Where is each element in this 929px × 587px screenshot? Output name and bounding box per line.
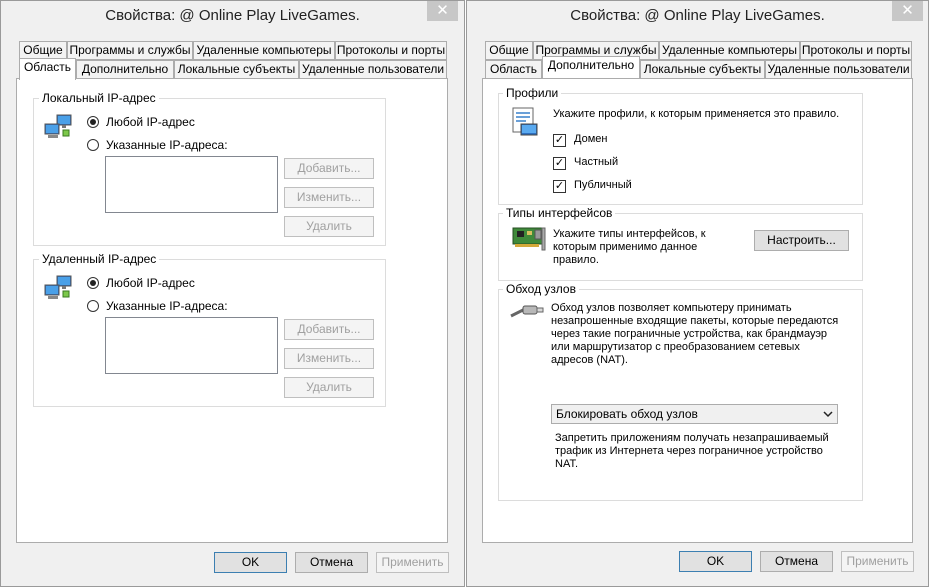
left-cancel-button[interactable]: Отмена [295, 552, 368, 573]
tab-programs-services[interactable]: Программы и службы [67, 41, 193, 60]
tab-advanced[interactable]: Дополнительно [76, 60, 174, 79]
profile-public-label: Публичный [574, 179, 632, 191]
edge-traversal-group: Обход узлов Обход узлов позволяет компью… [498, 282, 863, 501]
left-properties-dialog: Свойства: @ Online Play LiveGames. ✕ Общ… [0, 0, 465, 587]
local-ip-legend: Локальный IP-адрес [39, 91, 159, 105]
interface-types-group: Типы интерфейсов Укажите типы интерфейсо… [498, 206, 863, 281]
local-edit-button[interactable]: Изменить... [284, 187, 374, 208]
left-window-title: Свойства: @ Online Play LiveGames. [105, 7, 360, 24]
left-ok-button[interactable]: OK [214, 552, 287, 573]
local-specified-ip-radio[interactable] [87, 139, 99, 151]
traversal-note-line: Запретить приложениям получать незапраши… [555, 432, 829, 444]
tab-scope[interactable]: Область [485, 60, 542, 79]
local-remove-button[interactable]: Удалить [284, 216, 374, 237]
profiles-group: Профили Укажите профили, к которым приме… [498, 86, 863, 205]
traversal-desc-line: незапрошенные входящие пакеты, которые п… [551, 315, 839, 327]
interface-desc-line: которым применимо данное [553, 241, 698, 253]
remote-edit-button[interactable]: Изменить... [284, 348, 374, 369]
network-computers-icon [44, 274, 76, 305]
profile-public-checkbox[interactable]: ✓ [553, 180, 566, 193]
right-cancel-button[interactable]: Отмена [760, 551, 833, 572]
profile-computer-icon [511, 106, 541, 141]
edge-traversal-description: Обход узлов позволяет компьютеру принима… [551, 302, 838, 367]
local-ip-group: Локальный IP-адрес Любой IP-адрес Указан… [33, 91, 386, 246]
local-add-button[interactable]: Добавить... [284, 158, 374, 179]
traversal-desc-line: через такие пограничные устройства, как … [551, 328, 828, 340]
local-specified-ip-label: Указанные IP-адреса: [106, 138, 228, 152]
profile-private-checkbox[interactable]: ✓ [553, 157, 566, 170]
network-cable-icon [509, 302, 545, 325]
tab-advanced[interactable]: Дополнительно [542, 56, 640, 78]
traversal-note-line: трафик из Интернета через пограничное ус… [555, 445, 823, 457]
remote-specified-ip-label: Указанные IP-адреса: [106, 299, 228, 313]
interface-desc-line: правило. [553, 254, 599, 266]
tab-protocols-ports[interactable]: Протоколы и порты [800, 41, 912, 60]
interface-types-legend: Типы интерфейсов [503, 206, 616, 220]
left-title-bar[interactable]: Свойства: @ Online Play LiveGames. ✕ [1, 1, 464, 31]
traversal-note-line: NAT. [555, 458, 579, 470]
right-title-bar[interactable]: Свойства: @ Online Play LiveGames. ✕ [467, 1, 928, 31]
right-ok-button[interactable]: OK [679, 551, 752, 572]
close-icon: ✕ [901, 2, 914, 19]
profile-domain-label: Домен [574, 133, 608, 145]
right-apply-button[interactable]: Применить [841, 551, 914, 572]
profile-domain-checkbox[interactable]: ✓ [553, 134, 566, 147]
remote-any-ip-radio[interactable] [87, 277, 99, 289]
interface-desc-line: Укажите типы интерфейсов, к [553, 228, 706, 240]
edge-traversal-select-value: Блокировать обход узлов [556, 407, 698, 421]
profile-private-label: Частный [574, 156, 619, 168]
tab-protocols-ports[interactable]: Протоколы и порты [335, 41, 447, 60]
remote-ip-list[interactable] [105, 317, 278, 374]
remote-ip-legend: Удаленный IP-адрес [39, 252, 160, 266]
tab-general[interactable]: Общие [485, 41, 533, 60]
remote-add-button[interactable]: Добавить... [284, 319, 374, 340]
tab-local-principals[interactable]: Локальные субъекты [174, 60, 299, 79]
chevron-down-icon [823, 405, 833, 430]
right-close-button[interactable]: ✕ [892, 1, 923, 21]
local-any-ip-radio[interactable] [87, 116, 99, 128]
traversal-desc-line: или маршрутизатор с преобразованием сете… [551, 341, 800, 353]
interface-types-description: Укажите типы интерфейсов, к которым прим… [553, 228, 706, 267]
remote-any-ip-label: Любой IP-адрес [106, 276, 195, 290]
right-properties-dialog: Свойства: @ Online Play LiveGames. ✕ Общ… [466, 0, 929, 587]
close-icon: ✕ [436, 2, 449, 19]
left-close-button[interactable]: ✕ [427, 1, 458, 21]
profiles-legend: Профили [503, 86, 562, 100]
tab-remote-computers[interactable]: Удаленные компьютеры [659, 41, 800, 60]
customize-button[interactable]: Настроить... [754, 230, 849, 251]
network-card-icon [511, 226, 547, 255]
remote-ip-group: Удаленный IP-адрес Любой IP-адрес Указан… [33, 252, 386, 407]
right-window-title: Свойства: @ Online Play LiveGames. [570, 7, 825, 24]
tab-remote-users[interactable]: Удаленные пользователи [765, 60, 912, 79]
traversal-desc-line: адресов (NAT). [551, 354, 628, 366]
tab-remote-computers[interactable]: Удаленные компьютеры [193, 41, 335, 60]
remote-remove-button[interactable]: Удалить [284, 377, 374, 398]
left-tab-panel: Локальный IP-адрес Любой IP-адрес Указан… [16, 78, 448, 543]
tab-remote-users[interactable]: Удаленные пользователи [299, 60, 447, 79]
local-ip-list[interactable] [105, 156, 278, 213]
right-tab-panel: Профили Укажите профили, к которым приме… [482, 78, 913, 543]
tab-scope[interactable]: Область [19, 58, 76, 80]
left-apply-button[interactable]: Применить [376, 552, 449, 573]
edge-traversal-note: Запретить приложениям получать незапраши… [555, 432, 829, 471]
remote-specified-ip-radio[interactable] [87, 300, 99, 312]
profiles-description: Укажите профили, к которым применяется э… [553, 108, 840, 120]
traversal-desc-line: Обход узлов позволяет компьютеру принима… [551, 302, 792, 314]
edge-traversal-select[interactable]: Блокировать обход узлов [551, 404, 838, 424]
local-any-ip-label: Любой IP-адрес [106, 115, 195, 129]
network-computers-icon [44, 113, 76, 144]
edge-traversal-legend: Обход узлов [503, 282, 579, 296]
tab-local-principals[interactable]: Локальные субъекты [640, 60, 765, 79]
